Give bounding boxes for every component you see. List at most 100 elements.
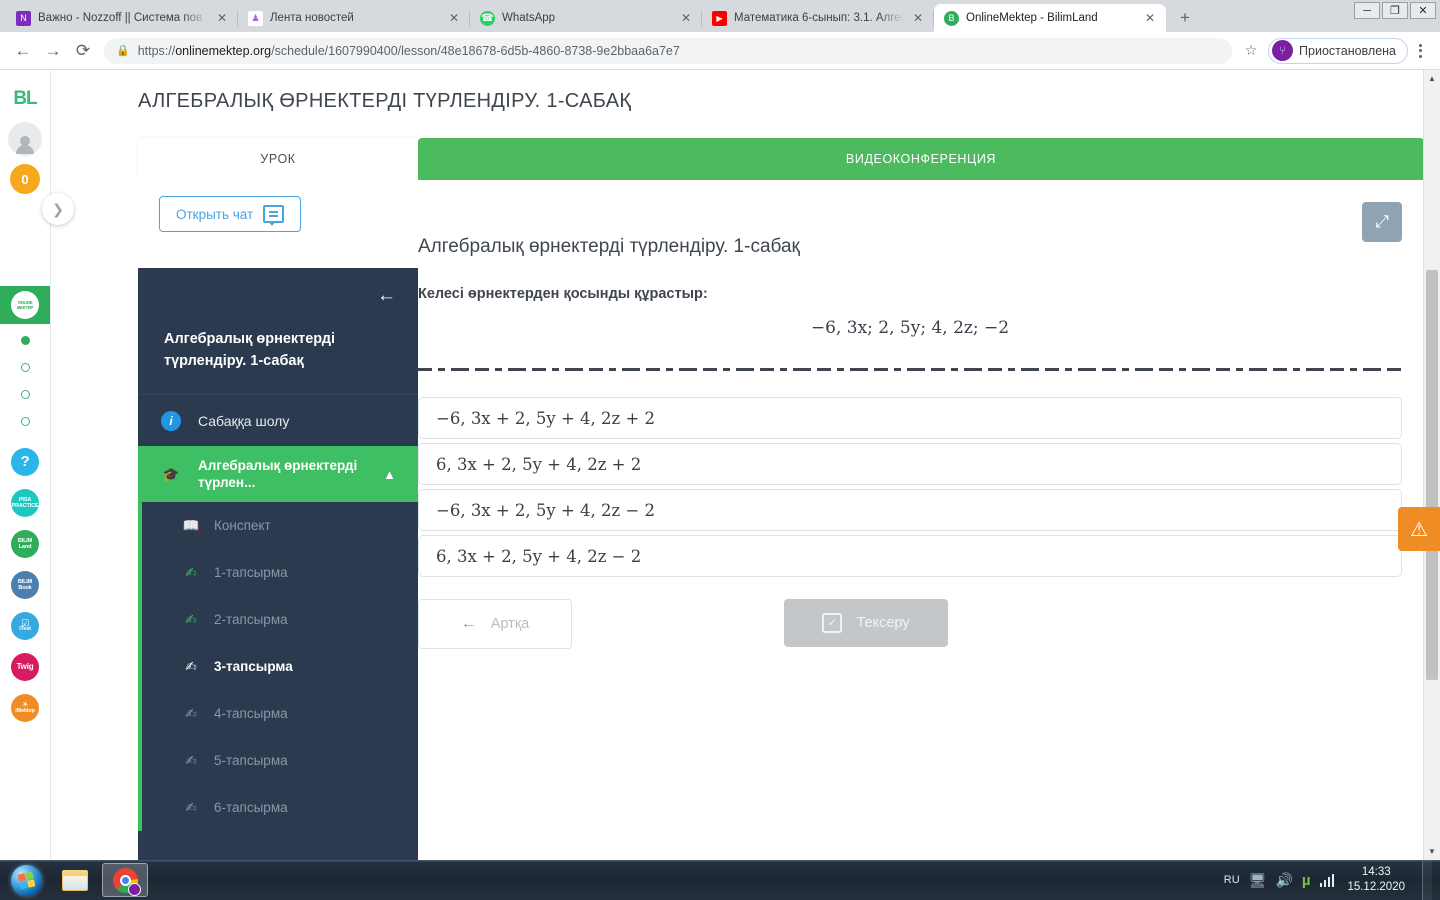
- task-icon: ✍: [185, 799, 197, 815]
- tab-close-button[interactable]: ✕: [679, 11, 693, 25]
- open-chat-button[interactable]: Открыть чат: [159, 196, 302, 232]
- clock-date: 15.12.2020: [1347, 881, 1405, 893]
- twig-icon[interactable]: Twig: [11, 653, 39, 681]
- browser-tab-4[interactable]: ▶ Математика 6-сынып: 3.1. Алгеб ✕: [702, 4, 934, 32]
- chat-button-area: Открыть чат: [138, 180, 418, 268]
- answer-option-3[interactable]: −6, 3x + 2, 5y + 4, 2z − 2: [418, 489, 1402, 531]
- tab-title: Лента новостей: [270, 12, 354, 24]
- rail-progress-dots: [0, 336, 50, 426]
- scroll-up-arrow[interactable]: ▲: [1424, 70, 1440, 87]
- profile-chip[interactable]: ⑂ Приостановлена: [1268, 37, 1408, 64]
- sidebar-item-task-3[interactable]: ✍ 3-тапсырма: [142, 643, 418, 690]
- sidebar-item-task-1[interactable]: ✍ 1-тапсырма: [142, 549, 418, 596]
- close-window-button[interactable]: ✕: [1410, 2, 1436, 19]
- lesson-heading: Алгебралық өрнектерді түрлендіру. 1-саба…: [418, 236, 800, 257]
- book-icon: 📖: [182, 517, 200, 533]
- imektep-icon[interactable]: ☀ iMektep: [11, 694, 39, 722]
- lesson-main-column: ВИДЕОКОНФЕРЕНЦИЯ ⤢ Алгебралық өрнектерді…: [418, 138, 1424, 860]
- help-icon[interactable]: ?: [11, 448, 39, 476]
- back-icon[interactable]: ←: [8, 36, 38, 66]
- maximize-button[interactable]: ❐: [1382, 2, 1408, 19]
- taskbar-google-chrome[interactable]: [102, 863, 148, 897]
- task-icon: ✍: [185, 752, 197, 768]
- taskbar-file-explorer[interactable]: [52, 863, 98, 897]
- language-indicator[interactable]: RU: [1224, 874, 1240, 886]
- network-icon[interactable]: 🖥: [1249, 872, 1267, 889]
- onlinemektep-icon: B: [944, 10, 959, 26]
- back-button[interactable]: ← Артқа: [418, 599, 572, 649]
- sidebar-item-task-2[interactable]: ✍ 2-тапсырма: [142, 596, 418, 643]
- rail-app-list: ? PISA PRACTICE BILIM Land BILIM Book ☑ iTes…: [0, 448, 50, 722]
- bilimbook-icon[interactable]: BILIM Book: [11, 571, 39, 599]
- tab-videoconference[interactable]: ВИДЕОКОНФЕРЕНЦИЯ: [418, 138, 1424, 180]
- browser-tab-5-active[interactable]: B OnlineMektep - BilimLand ✕: [934, 4, 1166, 32]
- tab-close-button[interactable]: ✕: [447, 11, 461, 25]
- folder-icon: [62, 869, 88, 891]
- chrome-menu-icon[interactable]: [1408, 38, 1432, 64]
- start-button[interactable]: [4, 863, 48, 897]
- onlinemektep-tile[interactable]: ONLINE MEKTEP: [0, 286, 50, 324]
- user-avatar[interactable]: [8, 122, 42, 156]
- answer-option-4[interactable]: 6, 3x + 2, 5y + 4, 2z − 2: [418, 535, 1402, 577]
- page-scrollbar[interactable]: ▲ ▼: [1423, 70, 1440, 860]
- tab-lesson[interactable]: УРОК: [138, 138, 418, 180]
- answer-option-2[interactable]: 6, 3x + 2, 5y + 4, 2z + 2: [418, 443, 1402, 485]
- check-button-label: Тексеру: [856, 615, 910, 631]
- rail-dot-2[interactable]: [20, 363, 30, 372]
- tab-close-button[interactable]: ✕: [1143, 11, 1157, 25]
- sidebar-item-task-4[interactable]: ✍ 4-тапсырма: [142, 690, 418, 737]
- itest-icon[interactable]: ☑ iTest: [11, 612, 39, 640]
- url-host: onlinemektep.org: [175, 43, 272, 58]
- chat-bubble-icon: [263, 205, 285, 226]
- sidebar-item-label: 2-тапсырма: [214, 612, 288, 627]
- sidebar-item-active-section[interactable]: 🎓 Алгебралық өрнектерді түрлен... ▲: [138, 446, 418, 502]
- signal-bars-icon[interactable]: [1319, 873, 1335, 887]
- minimize-button[interactable]: ─: [1354, 2, 1380, 19]
- sidebar-item-konspekt[interactable]: 📖 Конспект: [142, 502, 418, 549]
- onlinemektep-logo-icon: ONLINE MEKTEP: [11, 291, 39, 319]
- forward-icon[interactable]: →: [38, 36, 68, 66]
- coin-badge[interactable]: 0: [10, 164, 40, 194]
- clock-time: 14:33: [1361, 866, 1391, 878]
- new-tab-button[interactable]: +: [1172, 5, 1198, 31]
- windows-orb-icon: [10, 864, 42, 896]
- sidebar-item-overview[interactable]: i Сабаққа шолу: [138, 394, 418, 446]
- expand-fullscreen-icon[interactable]: ⤢: [1362, 202, 1402, 242]
- browser-tab-2[interactable]: ♟ Лента новостей ✕: [238, 4, 470, 32]
- report-problem-button[interactable]: ⚠: [1398, 507, 1440, 551]
- sidebar-back-icon[interactable]: ←: [138, 268, 418, 324]
- tab-close-button[interactable]: ✕: [911, 11, 925, 25]
- scrollbar-thumb[interactable]: [1426, 270, 1438, 680]
- task-icon: ✍: [185, 564, 197, 580]
- address-bar[interactable]: 🔒 https://onlinemektep.org/schedule/1607…: [104, 37, 1233, 64]
- rail-dot-3[interactable]: [20, 390, 30, 399]
- rail-dot-4[interactable]: [20, 417, 30, 426]
- rail-dot-1[interactable]: [20, 336, 30, 345]
- rail-expand-icon[interactable]: ❯: [42, 193, 74, 225]
- browser-tab-1[interactable]: N Важно - Nozzoff || Система пов ✕: [6, 4, 238, 32]
- address-bar-url: https://onlinemektep.org/schedule/160799…: [138, 44, 680, 58]
- sidebar-item-label: Алгебралық өрнектерді түрлен...: [198, 458, 358, 490]
- volume-icon[interactable]: 🔊: [1275, 872, 1292, 889]
- scroll-down-arrow[interactable]: ▼: [1424, 843, 1440, 860]
- tab-title: OnlineMektep - BilimLand: [966, 12, 1098, 24]
- lesson-tab-row: УРОК: [138, 138, 418, 180]
- sidebar-item-task-5[interactable]: ✍ 5-тапсырма: [142, 737, 418, 784]
- tab-close-button[interactable]: ✕: [215, 11, 229, 25]
- task-icon: ✍: [185, 705, 197, 721]
- taskbar-clock[interactable]: 14:33 15.12.2020: [1347, 865, 1405, 895]
- browser-toolbar: ← → ⟳ 🔒 https://onlinemektep.org/schedul…: [0, 32, 1440, 70]
- browser-tab-3[interactable]: ☎ WhatsApp ✕: [470, 4, 702, 32]
- bilimland-icon[interactable]: BILIM Land: [11, 530, 39, 558]
- chevron-up-icon[interactable]: ▲: [383, 466, 396, 483]
- sidebar-item-task-6[interactable]: ✍ 6-тапсырма: [142, 784, 418, 831]
- reload-icon[interactable]: ⟳: [68, 36, 98, 66]
- pisa-icon[interactable]: PISA PRACTICE: [11, 489, 39, 517]
- utorrent-icon[interactable]: µ: [1302, 872, 1311, 889]
- answer-option-1[interactable]: −6, 3x + 2, 5y + 4, 2z + 2: [418, 397, 1402, 439]
- chrome-icon: [112, 867, 141, 896]
- check-button[interactable]: ✓ Тексеру: [784, 599, 948, 647]
- show-desktop-button[interactable]: [1422, 860, 1432, 900]
- back-button-label: Артқа: [490, 616, 530, 632]
- bookmark-star-icon[interactable]: ☆: [1238, 38, 1264, 64]
